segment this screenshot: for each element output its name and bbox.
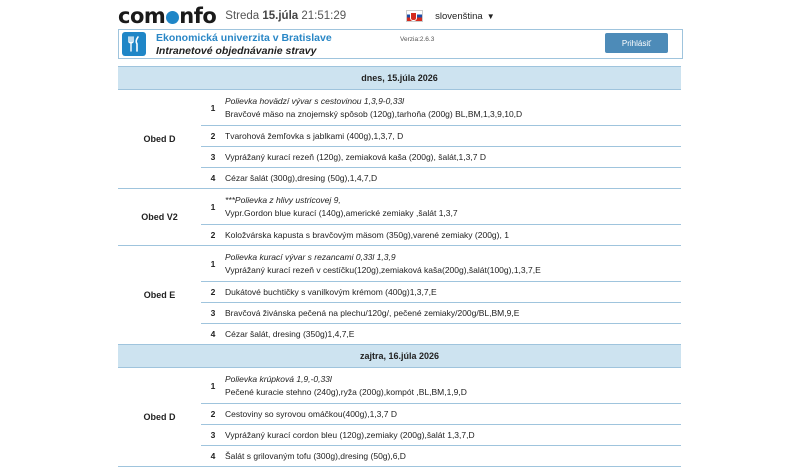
menu-row[interactable]: Obed D 1 Polievka hovädzí vývar s cestovin…	[118, 89, 681, 189]
logo-prefix: com	[118, 4, 166, 28]
dish-text: Tvarohová žemľovka s jablkami (400g),1,3…	[225, 130, 404, 141]
item-description: Šalát s grilovaným tofu (300g),dresing (…	[225, 445, 681, 467]
meal-name: Obed D	[118, 367, 201, 467]
item-number: 1	[201, 89, 225, 126]
menu-row[interactable]: 4 Cézar šalát (300g),dresing (50g),1,4,7,…	[118, 167, 681, 189]
item-description: Polievka hovädzí vývar s cestovinou 1,3,…	[225, 89, 681, 126]
top-bar: com nfo Streda 15.júla 21:51:29 slovenšti…	[118, 4, 683, 28]
meal-name: Obed V2	[118, 188, 201, 246]
cominfo-logo[interactable]: com nfo	[118, 4, 217, 28]
soup-text: ***Polievka z hlivy ustricovej 9,	[225, 194, 341, 205]
menu-row[interactable]: 2 Koložvárska kapusta s bravčovým mäsom (…	[118, 224, 681, 246]
item-description: Koložvárska kapusta s bravčovým mäsom (3…	[225, 224, 681, 246]
item-number: 4	[201, 445, 225, 467]
menu-row[interactable]: 4 Šalát s grilovaným tofu (300g),dresing …	[118, 445, 681, 467]
cutlery-icon	[122, 32, 146, 56]
menu-row[interactable]: 2 Cestoviny so syrovou omáčkou(400g),1,3,…	[118, 403, 681, 425]
item-number: 2	[201, 224, 225, 246]
item-number: 1	[201, 367, 225, 404]
dish-text: Vyprážaný kurací rezeň v cestíčku(120g),…	[225, 264, 541, 275]
item-description: ***Polievka z hlivy ustricovej 9, Vypr.Go…	[225, 188, 681, 225]
version-label: Verzia:2.6.3	[400, 36, 435, 43]
dish-text: Cézar šalát (300g),dresing (50g),1,4,7,D	[225, 172, 378, 183]
meal-name: Obed D	[118, 89, 201, 189]
dish-text: Vyprážaný kurací rezeň (120g), zemiaková…	[225, 151, 486, 162]
day-title: zajtra, 16.júla 2026	[118, 344, 681, 368]
current-datetime: Streda 15.júla 21:51:29	[225, 10, 346, 22]
dish-text: Dukátové buchtičky s vanilkovým krémom (…	[225, 286, 437, 297]
item-number: 4	[201, 323, 225, 345]
app-header: Ekonomická univerzita v Bratislave Intra…	[118, 29, 683, 59]
language-label: slovenština	[435, 10, 483, 22]
item-description: Dukátové buchtičky s vanilkovým krémom (…	[225, 281, 681, 303]
day-header: zajtra, 16.júla 2026	[118, 344, 681, 368]
dish-text: Cestoviny so syrovou omáčkou(400g),1,3,7…	[225, 408, 397, 419]
item-description: Cézar šalát (300g),dresing (50g),1,4,7,D	[225, 167, 681, 189]
school-name: Ekonomická univerzita v Bratislave	[156, 32, 332, 44]
menu-row[interactable]: 3 Vyprážaný kurací rezeň (120g), zemiakov…	[118, 146, 681, 168]
item-description: Polievka kurací vývar s rezancami 0,33l …	[225, 245, 681, 282]
dish-text: Šalát s grilovaným tofu (300g),dresing (…	[225, 450, 406, 461]
dish-text: Cézar šalát, dresing (350g)1,4,7,E	[225, 328, 355, 339]
soup-text: Polievka krúpková 1,9,-0,33l	[225, 373, 332, 384]
soup-text: Polievka kurací vývar s rezancami 0,33l …	[225, 251, 396, 262]
day-title: dnes, 15.júla 2026	[118, 66, 681, 90]
menu-row[interactable]: 4 Cézar šalát, dresing (350g)1,4,7,E	[118, 323, 681, 345]
current-date: 15.júla	[262, 10, 299, 22]
logo-suffix: nfo	[179, 4, 217, 28]
item-number: 3	[201, 424, 225, 446]
day-name: Streda	[225, 10, 260, 22]
dish-text: Vyprážaný kurací cordon bleu (120g),zemi…	[225, 429, 475, 440]
item-description: Tvarohová žemľovka s jablkami (400g),1,3…	[225, 125, 681, 147]
dish-text: Koložvárska kapusta s bravčovým mäsom (3…	[225, 229, 509, 240]
dish-text: Bravčové mäso na znojemský spôsob (120g)…	[225, 108, 523, 119]
logo-dot-icon	[165, 11, 179, 24]
item-number: 2	[201, 125, 225, 147]
language-select[interactable]: slovenština ▼	[435, 11, 494, 22]
menu-table: dnes, 15.júla 2026 Obed D 1 Polievka hovädz…	[118, 66, 681, 467]
day-header: dnes, 15.júla 2026	[118, 66, 681, 90]
item-number: 3	[201, 302, 225, 324]
dish-text: Vypr.Gordon blue kurací (140g),americké …	[225, 207, 458, 218]
dish-text: Bravčová živánska pečená na plechu/120g/…	[225, 307, 520, 318]
item-description: Polievka krúpková 1,9,-0,33l Pečené kurac…	[225, 367, 681, 404]
item-number: 4	[201, 167, 225, 189]
item-description: Cestoviny so syrovou omáčkou(400g),1,3,7…	[225, 403, 681, 425]
menu-row[interactable]: 3 Vyprážaný kurací cordon bleu (120g),zem…	[118, 424, 681, 446]
soup-text: Polievka hovädzí vývar s cestovinou 1,3,…	[225, 95, 405, 106]
item-number: 2	[201, 281, 225, 303]
item-description: Vyprážaný kurací rezeň (120g), zemiaková…	[225, 146, 681, 168]
menu-row[interactable]: 3 Bravčová živánska pečená na plechu/120g…	[118, 302, 681, 324]
dish-text: Pečené kuracie stehno (240g),ryža (200g)…	[225, 386, 467, 397]
item-number: 1	[201, 245, 225, 282]
menu-row[interactable]: Obed E 1 Polievka kurací vývar s rezancami…	[118, 245, 681, 345]
slovak-flag-icon[interactable]	[406, 10, 424, 22]
item-number: 2	[201, 403, 225, 425]
app-subtitle: Intranetové objednávanie stravy	[156, 45, 317, 57]
item-description: Cézar šalát, dresing (350g)1,4,7,E	[225, 323, 681, 345]
current-time: 21:51:29	[301, 10, 347, 22]
login-button[interactable]: Prihlásiť	[605, 33, 668, 53]
item-description: Vyprážaný kurací cordon bleu (120g),zemi…	[225, 424, 681, 446]
item-number: 3	[201, 146, 225, 168]
menu-row[interactable]: Obed D 1 Polievka krúpková 1,9,-0,33l Pečen…	[118, 367, 681, 467]
menu-row[interactable]: Obed V2 1 ***Polievka z hlivy ustricovej 9…	[118, 188, 681, 246]
meal-name: Obed E	[118, 245, 201, 345]
menu-row[interactable]: 2 Dukátové buchtičky s vanilkovým krémom …	[118, 281, 681, 303]
item-description: Bravčová živánska pečená na plechu/120g/…	[225, 302, 681, 324]
item-number: 1	[201, 188, 225, 225]
caret-down-icon: ▼	[486, 11, 495, 21]
menu-row[interactable]: 2 Tvarohová žemľovka s jablkami (400g),1,…	[118, 125, 681, 147]
